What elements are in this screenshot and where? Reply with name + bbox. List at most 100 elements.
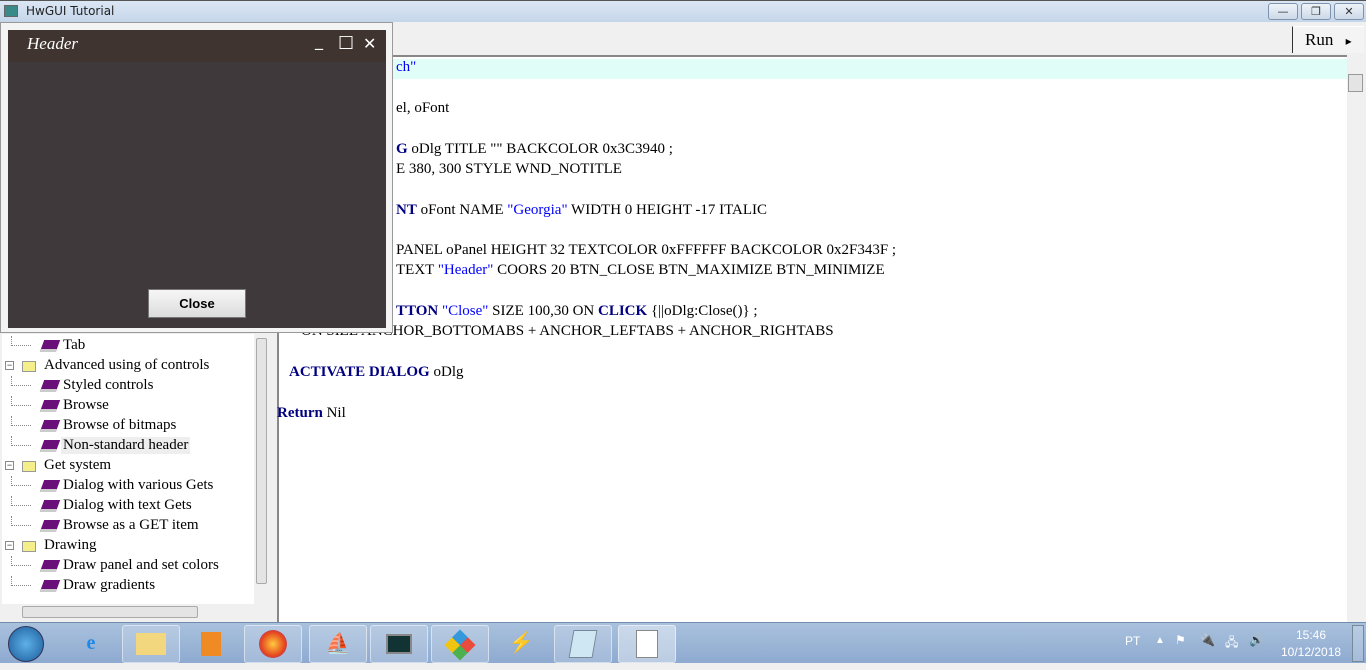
book-icon (39, 480, 61, 492)
tree-item-label: Browse of bitmaps (63, 417, 177, 433)
volume-icon[interactable]: 🔊 (1249, 633, 1264, 647)
code-line: TEXT (396, 262, 438, 278)
tutorial-tree[interactable]: Tab − Advanced using of controls Styled con… (2, 334, 254, 604)
header-dialog: Header _ ☐ ✕ Close (8, 30, 386, 328)
tree-connector (11, 376, 31, 386)
code-string: "Georgia" (507, 202, 568, 218)
tree-connector (11, 496, 31, 506)
restore-button[interactable]: ❐ (1301, 3, 1331, 20)
code-line: ch" (396, 59, 417, 75)
taskbar: e ⛵ ⚡ PT ▲ ⚑ 🔌 🖧 🔊 15:46 10/12/2018 (0, 622, 1366, 663)
code-keyword: TTON (396, 303, 439, 319)
dialog-title: Header (27, 34, 78, 53)
tree-connector (11, 416, 31, 426)
book-icon (39, 520, 61, 532)
start-button[interactable] (8, 626, 44, 662)
tree-item-label: Dialog with text Gets (63, 497, 192, 513)
tree-horizontal-scrollbar[interactable] (2, 604, 268, 620)
internet-explorer-icon[interactable]: e (62, 625, 120, 663)
code-editor[interactable]: ch" el, oFont G oDlg TITLE "" BACKCOLOR … (277, 55, 1349, 622)
tree-connector (11, 476, 31, 486)
book-icon (39, 400, 61, 412)
book-icon (39, 340, 61, 352)
tree-connector (11, 576, 31, 586)
close-button[interactable]: Close (148, 289, 246, 318)
code-keyword: CLICK (598, 303, 648, 319)
code-string: "Header" (437, 262, 494, 278)
collapse-icon[interactable]: − (5, 541, 14, 550)
tree-connector (11, 396, 31, 406)
tree-item-label: Non-standard header (61, 437, 191, 454)
folder-icon (22, 361, 36, 372)
tree-connector (11, 516, 31, 526)
book-icon (39, 420, 61, 432)
window-title: HwGUI Tutorial (26, 4, 115, 18)
hwgui-tutorial-task-icon[interactable] (618, 625, 676, 663)
firefox-icon[interactable] (244, 625, 302, 663)
run-button[interactable]: Run ▸ (1292, 26, 1364, 53)
collapse-icon[interactable]: − (5, 461, 14, 470)
system-monitor-icon[interactable] (370, 625, 428, 663)
media-player-icon[interactable] (182, 625, 240, 663)
code-vertical-scrollbar[interactable]: ▲ (1347, 55, 1364, 622)
clock-time[interactable]: 15:46 (1296, 628, 1326, 642)
tree-item-label: Browse (63, 397, 109, 413)
code-keyword: Return (277, 405, 323, 421)
code-string: "Close" (442, 303, 489, 319)
tree-vertical-scrollbar[interactable] (254, 334, 268, 604)
show-desktop-button[interactable] (1352, 625, 1364, 662)
network-connection-icon[interactable]: ⚡ (492, 625, 550, 663)
notepad-icon[interactable] (554, 625, 612, 663)
tree-item-label: Draw panel and set colors (63, 557, 219, 573)
tree-item-label: Drawing (44, 537, 97, 553)
book-icon (39, 500, 61, 512)
code-line: {||oDlg:Close()} ; (647, 303, 758, 319)
file-explorer-icon[interactable] (122, 625, 180, 663)
show-hidden-icons-icon[interactable]: ▲ (1155, 635, 1165, 646)
network-icon[interactable]: 🖧 (1225, 633, 1238, 654)
power-icon[interactable]: 🔌 (1200, 633, 1215, 647)
tree-item-label: Styled controls (63, 377, 154, 393)
close-window-button[interactable]: ✕ (1334, 3, 1364, 20)
book-icon (39, 440, 61, 452)
book-icon (39, 580, 61, 592)
code-line: WIDTH 0 HEIGHT -17 ITALIC (567, 202, 768, 218)
dialog-header-panel: Header _ ☐ ✕ (8, 30, 386, 62)
tree-item-label: Dialog with various Gets (63, 477, 214, 493)
dialog-maximize-icon[interactable]: ☐ (338, 33, 354, 54)
tree-connector (11, 436, 31, 446)
code-keyword: ACTIVATE DIALOG (289, 364, 430, 380)
tree-item-label: Draw gradients (63, 577, 156, 593)
sailboat-app-icon[interactable]: ⛵ (309, 625, 367, 663)
code-line: SIZE 100,30 ON (488, 303, 598, 319)
tree-item-label: Browse as a GET item (63, 517, 199, 533)
tree-connector (11, 556, 31, 566)
run-label: Run (1305, 30, 1334, 49)
minimize-button[interactable]: — (1268, 3, 1298, 20)
git-app-icon[interactable] (431, 625, 489, 663)
code-line: Nil (322, 405, 346, 421)
action-center-flag-icon[interactable]: ⚑ (1175, 633, 1186, 647)
code-keyword: G (396, 141, 408, 157)
book-icon (39, 560, 61, 572)
current-line-highlight (279, 59, 1349, 79)
tree-item-label: Tab (63, 337, 86, 353)
collapse-icon[interactable]: − (5, 361, 14, 370)
code-line: E 380, 300 STYLE WND_NOTITLE (396, 161, 622, 177)
language-indicator[interactable]: PT (1125, 634, 1140, 648)
folder-icon (22, 461, 36, 472)
clock-date[interactable]: 10/12/2018 (1281, 645, 1341, 659)
code-line: el, oFont (396, 100, 450, 116)
dialog-minimize-icon[interactable]: _ (315, 31, 323, 50)
tree-connector (11, 336, 31, 346)
code-line: oDlg TITLE "" BACKCOLOR 0x3C3940 ; (407, 141, 673, 157)
title-bar: HwGUI Tutorial — ❐ ✕ (0, 0, 1366, 22)
code-line: oDlg (429, 364, 464, 380)
code-keyword: NT (396, 202, 417, 218)
code-line: oFont NAME (416, 202, 508, 218)
tree-item-label: Get system (44, 457, 112, 473)
arrow-right-icon: ▸ (1345, 34, 1352, 48)
dialog-close-icon[interactable]: ✕ (363, 34, 376, 53)
book-icon (39, 380, 61, 392)
code-line: PANEL oPanel HEIGHT 32 TEXTCOLOR 0xFFFFF… (396, 242, 897, 258)
